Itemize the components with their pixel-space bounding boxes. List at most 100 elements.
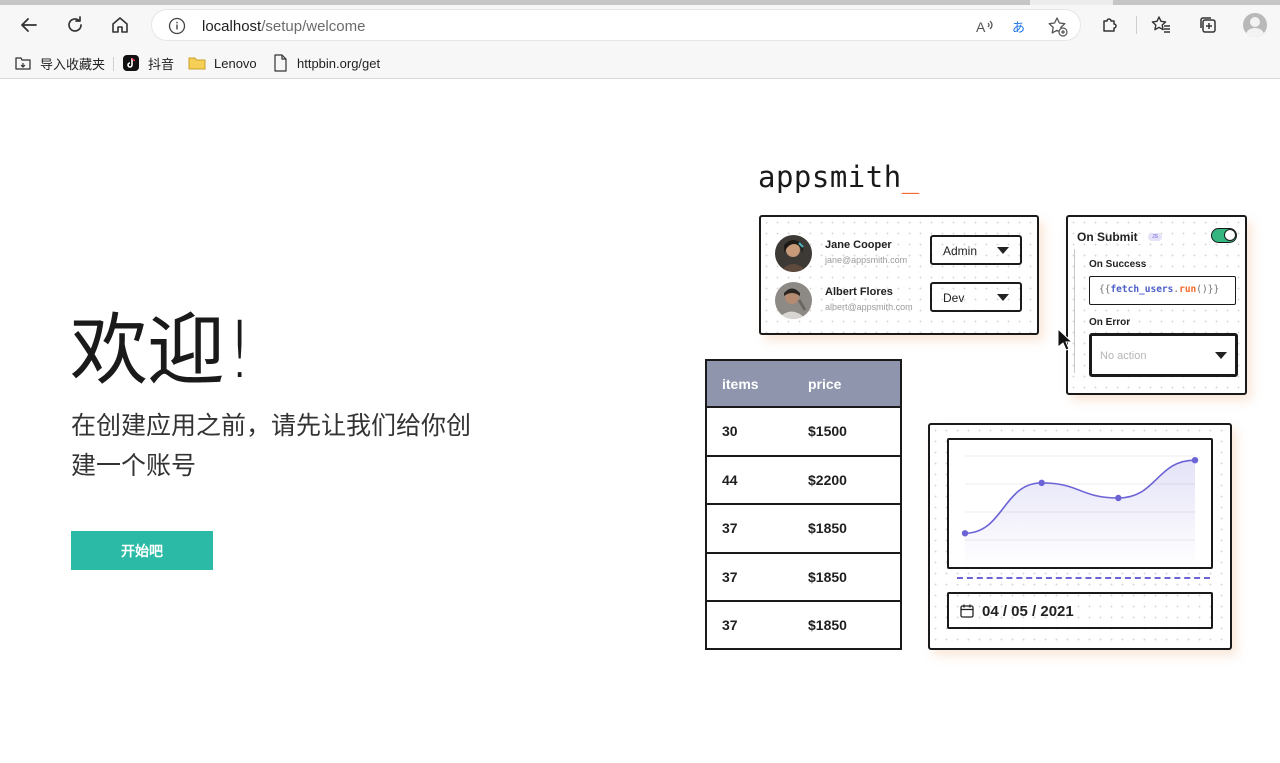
bookmark-label: httpbin.org/get xyxy=(297,55,381,71)
collections-icon xyxy=(1200,17,1216,33)
items-table: items price 30 $1500 44 $2200 37 $1850 37 $1… xyxy=(705,359,902,650)
site-info-icon[interactable] xyxy=(168,17,186,35)
url-text[interactable]: localhost/setup/welcome xyxy=(202,18,365,35)
back-arrow-icon xyxy=(21,18,37,32)
dashed-divider xyxy=(957,577,1210,579)
error-placeholder: No action xyxy=(1100,350,1147,362)
table-row: 37 $1850 xyxy=(707,505,900,554)
role-value: Admin xyxy=(943,244,978,258)
on-error-label: On Error xyxy=(1089,317,1131,328)
bookmark-label: 导入收藏夹 xyxy=(40,56,106,72)
caret-down-icon xyxy=(997,294,1009,301)
toolbar-separator xyxy=(1136,16,1137,34)
back-button[interactable] xyxy=(16,12,42,38)
table-row: 44 $2200 xyxy=(707,457,900,505)
line-chart xyxy=(947,438,1213,569)
table-row: 37 $1850 xyxy=(707,554,900,602)
role-select[interactable]: Dev xyxy=(930,282,1022,312)
bookmark-import[interactable]: 导入收藏夹 xyxy=(14,52,105,74)
bookmark-httpbin[interactable]: httpbin.org/get xyxy=(271,52,380,74)
user-email: albert@appsmith.com xyxy=(825,302,913,312)
table-header: items price xyxy=(707,361,900,408)
collections-button[interactable] xyxy=(1195,12,1221,38)
chart-point xyxy=(961,530,969,537)
start-button[interactable]: 开始吧 xyxy=(71,531,213,570)
svg-text:A: A xyxy=(976,19,986,35)
appsmith-logo: appsmith_ xyxy=(758,160,920,194)
add-favorite-icon[interactable] xyxy=(1047,16,1069,38)
address-bar[interactable]: localhost/setup/welcome A あ xyxy=(151,9,1081,41)
code-method: run xyxy=(1179,284,1197,295)
bookmarks-bar: 导入收藏夹 抖音 Lenovo httpbin.org/get xyxy=(0,48,1280,79)
user-name: Jane Cooper xyxy=(825,239,892,251)
success-code-field[interactable]: {{fetch_users.run()}} xyxy=(1089,276,1236,305)
cell-price: $1850 xyxy=(808,617,847,633)
cell-items: 37 xyxy=(722,568,738,585)
role-value: Dev xyxy=(943,291,965,305)
cell-items: 44 xyxy=(722,471,738,488)
favorites-star-icon xyxy=(1151,16,1170,33)
js-badge: JS xyxy=(1148,233,1162,241)
chart-point xyxy=(1038,479,1045,487)
avatar xyxy=(775,235,812,272)
code-open: {{ xyxy=(1099,284,1111,295)
calendar-icon xyxy=(960,604,974,618)
tiktok-icon xyxy=(122,54,140,72)
favorites-button[interactable] xyxy=(1148,12,1174,38)
user-email: jane@appsmith.com xyxy=(825,255,908,265)
cell-items: 37 xyxy=(722,617,738,633)
column-header-price: price xyxy=(808,376,842,392)
bookmark-lenovo[interactable]: Lenovo xyxy=(188,52,257,74)
caret-down-icon xyxy=(1215,352,1227,359)
extensions-button[interactable] xyxy=(1097,12,1123,38)
cell-items: 37 xyxy=(722,520,738,536)
bookmark-douyin[interactable]: 抖音 xyxy=(122,52,174,74)
cell-price: $1500 xyxy=(808,423,847,439)
browser-toolbar: localhost/setup/welcome A あ xyxy=(0,0,1280,48)
toggle-knob xyxy=(1224,229,1236,241)
role-select[interactable]: Admin xyxy=(930,235,1022,265)
user-row: Albert Flores albert@appsmith.com Dev xyxy=(775,282,1035,322)
chart-point xyxy=(1115,494,1122,502)
import-icon xyxy=(14,54,32,72)
tree-connector xyxy=(1074,249,1075,373)
user-row: Jane Cooper jane@appsmith.com Admin xyxy=(775,235,1035,275)
read-aloud-icon[interactable]: A xyxy=(974,16,996,38)
active-tab-edge[interactable] xyxy=(0,0,1030,5)
cell-price: $2200 xyxy=(808,471,847,488)
bookmark-label: Lenovo xyxy=(214,55,257,71)
logo-cursor: _ xyxy=(901,160,920,194)
chart-point xyxy=(1191,457,1199,464)
page-icon xyxy=(271,54,289,72)
cell-price: $1850 xyxy=(808,520,847,536)
date-picker[interactable]: 04 / 05 / 2021 xyxy=(947,592,1213,629)
tab-strip xyxy=(0,0,1280,5)
translate-icon[interactable]: あ xyxy=(1010,16,1032,38)
home-button[interactable] xyxy=(107,12,133,38)
submit-toggle[interactable] xyxy=(1211,228,1237,243)
table-row: 37 $1850 xyxy=(707,602,900,651)
code-function: fetch_users xyxy=(1110,284,1174,295)
home-icon xyxy=(112,17,128,33)
cell-price: $1850 xyxy=(808,568,847,585)
url-path: /setup/welcome xyxy=(261,18,366,35)
avatar xyxy=(775,282,812,319)
url-host: localhost xyxy=(202,18,262,35)
inactive-tab-edge[interactable] xyxy=(1113,0,1280,5)
cell-items: 30 xyxy=(722,423,738,439)
on-success-label: On Success xyxy=(1089,259,1147,270)
user-name: Albert Flores xyxy=(825,286,893,298)
welcome-page: 欢迎! 在创建应用之前，请先让我们给你创建一个账号 开始吧 appsmith_ … xyxy=(0,80,1280,763)
bookmark-separator xyxy=(113,57,114,71)
welcome-heading: 欢迎! xyxy=(70,306,255,396)
logo-text: appsmith xyxy=(758,160,902,194)
profile-avatar[interactable] xyxy=(1243,13,1267,37)
mouse-pointer-icon xyxy=(1057,328,1074,351)
puzzle-icon xyxy=(1103,18,1117,32)
chart-card: 04 / 05 / 2021 xyxy=(928,423,1232,650)
table-row: 30 $1500 xyxy=(707,408,900,457)
reload-button[interactable] xyxy=(62,12,88,38)
on-submit-card: On Submit JS On Success {{fetch_users.ru… xyxy=(1066,215,1247,395)
on-error-select[interactable]: No action xyxy=(1089,333,1238,377)
users-card: Jane Cooper jane@appsmith.com Admin Albe… xyxy=(759,215,1039,335)
